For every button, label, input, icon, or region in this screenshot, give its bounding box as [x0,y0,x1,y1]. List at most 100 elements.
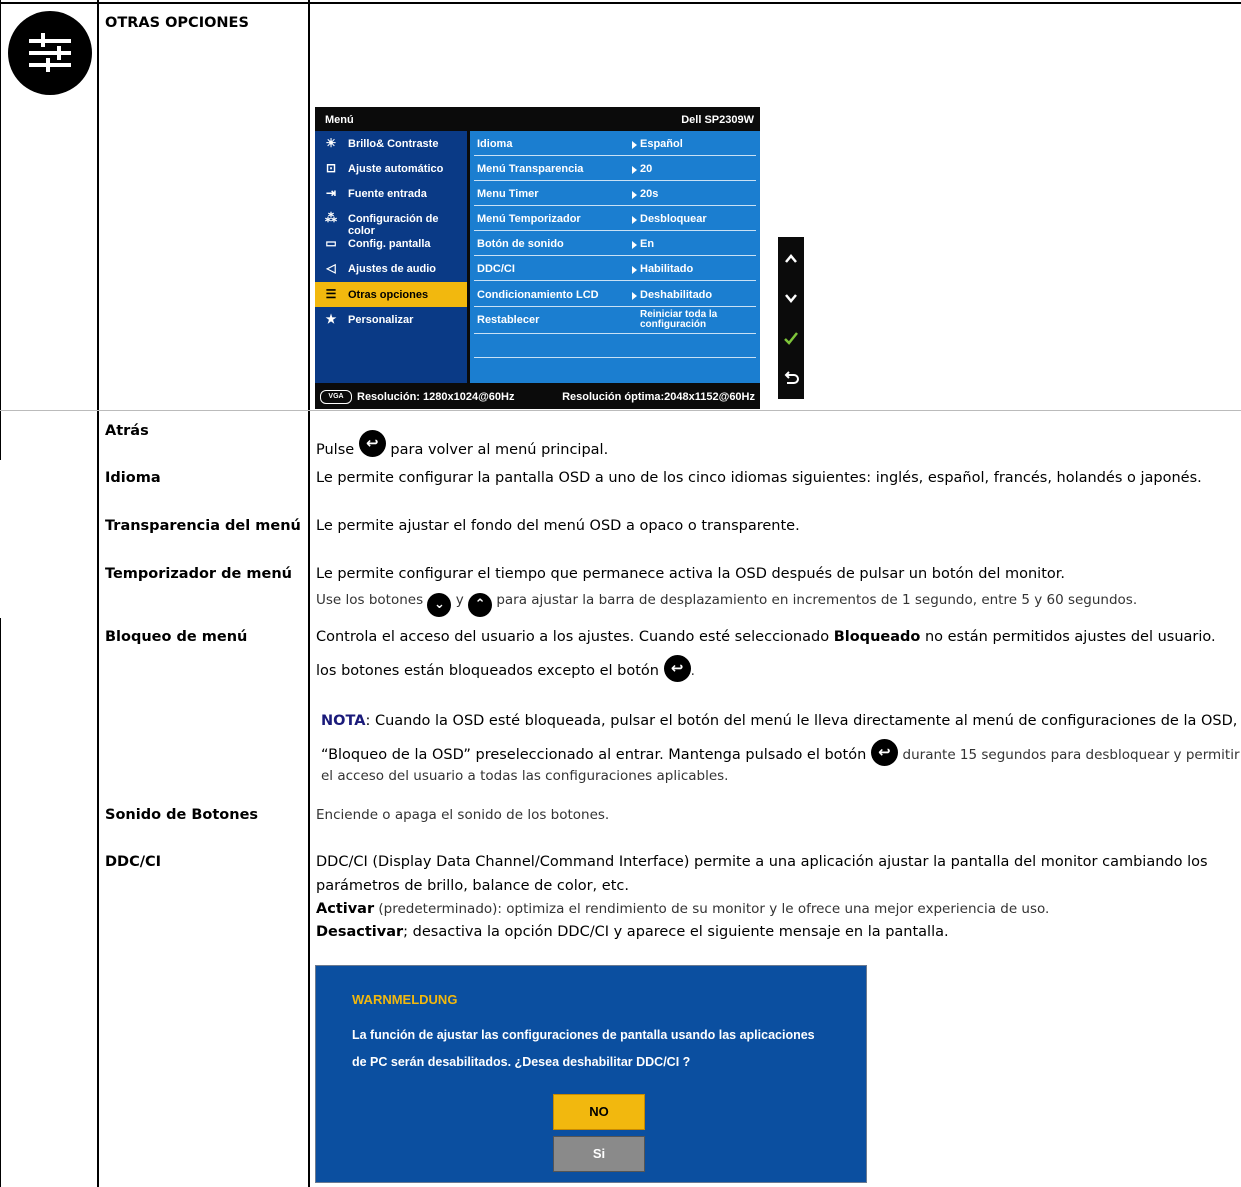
osd-header-model: Dell SP2309W [681,114,754,126]
osd-side-buttons [778,237,804,399]
osd-menu-item-otras[interactable]: ☰ Otras opciones [315,282,467,307]
row-label-sonido: Sonido de Botones [105,807,259,823]
temporizador-text-a: Use los botones [316,592,424,608]
osd-setting-value: En [640,238,655,250]
osd-setting-value: 20s [640,188,659,200]
osd-menu-label: Otras opciones [348,289,429,301]
bloqueo-line2-end: . [690,663,695,679]
up-arrow-icon[interactable] [778,238,804,278]
arrow-right-icon [632,292,637,300]
ddc-warning-dialog: WARNMELDUNG La función de ajustar las co… [315,965,867,1183]
warning-line-1: La función de ajustar las configuracione… [352,1028,815,1042]
osd-setting-value: Habilitado [640,263,694,275]
row-label-idioma: Idioma [105,470,161,486]
osd-footer-optimal: Resolución óptima:2048x1152@60Hz [562,391,755,403]
osd-menu-item-pantalla[interactable]: ▭ Config. pantalla [315,231,467,256]
arrow-right-icon [632,241,637,249]
osd-setting-value: Español [640,138,683,150]
osd-setting-name: DDC/CI [477,263,515,275]
nota-line-3: el acceso del usuario a todas las config… [321,768,729,784]
osd-footer: VGA Resolución: 1280x1024@60Hz Resolució… [315,383,760,409]
back-icon: ↩ [663,655,691,682]
column-divider-left [97,0,99,1187]
desactivar-text: ; desactiva la opción DDC/CI y aparece e… [403,924,949,940]
vga-badge: VGA [320,390,352,404]
osd-menu-item-fuente[interactable]: ⇥ Fuente entrada [315,181,467,206]
table-top-border [0,2,1241,4]
osd-setting-value-line2: configuración [640,319,707,330]
speaker-icon: ◁ [326,261,336,275]
auto-adjust-icon: ⊡ [325,161,337,175]
osd-setting-name: Menú Transparencia [477,163,584,175]
section-title: OTRAS OPCIONES [105,15,249,31]
sliders-icon: ☰ [325,287,337,301]
row-text-temporizador-2: Use los botones ⌄ y ⌃ para ajustar la ba… [316,592,1137,617]
up-arrow-icon: ⌃ [468,593,493,617]
temporizador-text-c: para ajustar la barra de desplazamiento … [496,592,1138,608]
row-text-ddc-activar: Activar (predeterminado): optimiza el re… [316,901,1049,917]
osd-menu-item-color[interactable]: ⁂ Configuración de color [315,206,467,237]
arrow-right-icon [632,166,637,174]
star-icon: ★ [325,312,337,326]
osd-header-title: Menú [325,114,354,126]
osd-setting-name: Menu Timer [477,188,539,200]
osd-setting-value: Deshabilitado [640,289,713,301]
temporizador-text-b: y [455,592,464,608]
warning-title: WARNMELDUNG [352,992,458,1007]
arrow-right-icon [632,266,637,274]
input-source-icon: ⇥ [325,186,337,200]
check-icon[interactable] [778,318,804,358]
osd-menu-label: Ajuste automático [348,163,444,175]
display-icon: ▭ [325,236,337,250]
row-text-bloqueo-1: Controla el acceso del usuario a los aju… [316,629,1216,645]
osd-setting-row[interactable]: Idioma Español [470,131,760,156]
row-text-bloqueo-2: los botones están bloqueados excepto el … [316,655,695,682]
osd-setting-value: 20 [640,163,653,175]
osd-setting-value: Reiniciar toda la configuración [640,310,717,330]
osd-setting-name: Restablecer [477,314,540,326]
row-label-bloqueo: Bloqueo de menú [105,629,248,645]
si-button[interactable]: Si [553,1136,645,1172]
osd-menu-label: Config. pantalla [348,238,431,250]
bloqueo-bold: Bloqueado [833,629,921,645]
osd-menu-item-audio[interactable]: ◁ Ajustes de audio [315,256,467,281]
warning-line-2: de PC serán desabilitados. ¿Desea deshab… [352,1055,691,1069]
row-text-ddc-2: parámetros de brillo, balance de color, … [316,878,629,894]
activar-text: (predeterminado): optimiza el rendimient… [378,901,1050,917]
osd-menu-label: Fuente entrada [348,188,427,200]
osd-setting-row[interactable]: Botón de sonido En [470,231,760,256]
osd-setting-row[interactable]: Menú Temporizador Desbloquear [470,206,760,231]
osd-settings-panel: Idioma Español Menú Transparencia 20 Men… [470,131,760,383]
osd-setting-name: Idioma [477,138,513,150]
osd-menu-label: Personalizar [348,314,414,326]
row-text-idioma: Le permite configurar la pantalla OSD a … [316,470,1202,486]
no-button[interactable]: NO [553,1094,645,1130]
row-label-temporizador: Temporizador de menú [105,566,292,582]
osd-left-menu: ☀ Brillo& Contraste ⊡ Ajuste automático … [315,131,467,383]
down-arrow-icon[interactable] [778,278,804,318]
activar-bold: Activar [316,901,375,917]
osd-menu-label: Ajustes de audio [348,263,437,275]
column-divider-right [308,0,310,1187]
row-label-transparencia: Transparencia del menú [105,518,301,534]
osd-menu-item-personalizar[interactable]: ★ Personalizar [315,307,467,332]
bloqueo-text-b: no están permitidos ajustes del usuario. [924,629,1216,645]
osd-setting-row[interactable]: Menú Transparencia 20 [470,156,760,181]
row-text-ddc-desactivar: Desactivar; desactiva la opción DDC/CI y… [316,924,949,940]
sliders-icon [8,11,92,95]
osd-footer-resolution: Resolución: 1280x1024@60Hz [357,391,515,403]
arrow-right-icon [632,216,637,224]
osd-setting-row[interactable]: DDC/CI Habilitado [470,256,760,281]
row-text-atras: Pulse ↩ para volver al menú principal. [316,430,608,458]
osd-setting-row[interactable]: Condicionamiento LCD Deshabilitado [470,282,760,307]
osd-setting-name: Condicionamiento LCD [477,289,599,301]
back-icon[interactable] [778,358,804,398]
nota2-c: durante 15 segundos para desbloquear y p… [902,747,1240,763]
osd-setting-row[interactable]: Restablecer Reiniciar toda la configurac… [470,307,760,334]
osd-setting-row[interactable]: Menu Timer 20s [470,181,760,206]
nota2-b: preseleccionado al entrar. Mantenga puls… [475,747,867,763]
osd-menu-item-brillo[interactable]: ☀ Brillo& Contraste [315,131,467,156]
osd-setting-value: Desbloquear [640,213,707,225]
osd-menu-item-ajuste[interactable]: ⊡ Ajuste automático [315,156,467,181]
row-text-temporizador-1: Le permite configurar el tiempo que perm… [316,566,1065,582]
